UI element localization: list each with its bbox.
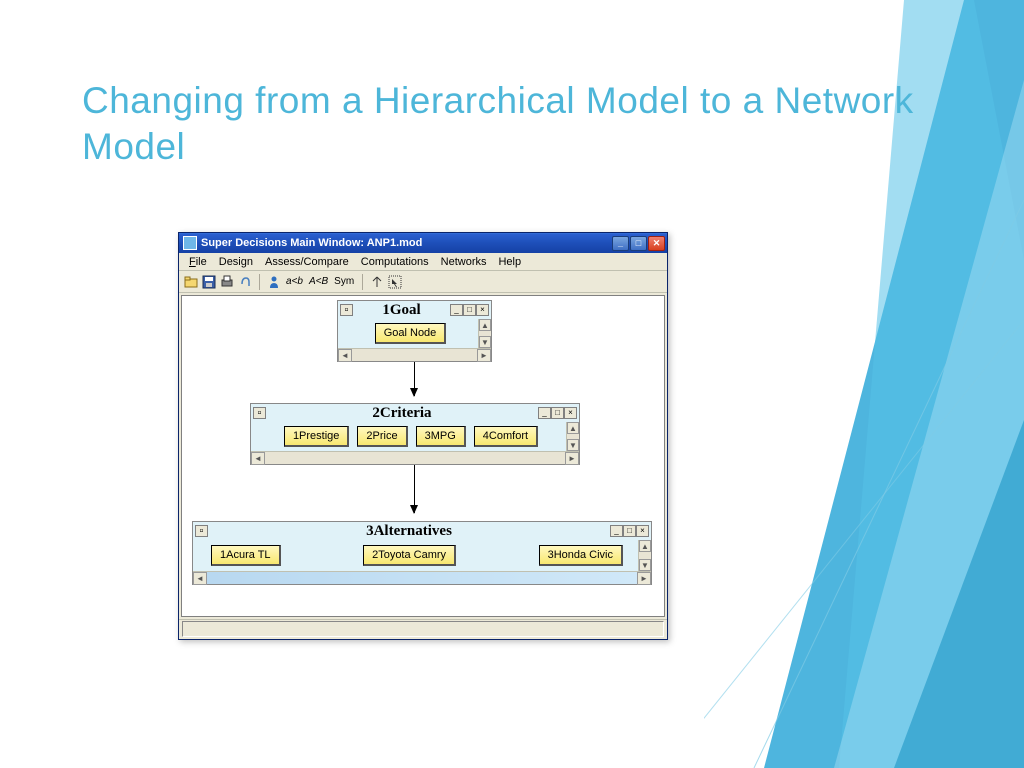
arrow-criteria-to-alternatives xyxy=(414,465,415,513)
minimize-button[interactable]: _ xyxy=(612,236,629,251)
cluster-goal[interactable]: ▫ 1Goal _ □ × Goal Node ▲▼ ◄► xyxy=(337,300,492,362)
window-titlebar[interactable]: Super Decisions Main Window: ANP1.mod _ … xyxy=(179,233,667,253)
close-button[interactable]: ✕ xyxy=(648,236,665,251)
slide-title: Changing from a Hierarchical Model to a … xyxy=(82,78,1024,171)
cluster-criteria-title: 2Criteria xyxy=(266,405,538,422)
cluster-close-icon[interactable]: × xyxy=(476,304,489,316)
save-icon[interactable] xyxy=(201,274,217,290)
cluster-handle-icon[interactable]: ▫ xyxy=(253,407,266,419)
cluster-alternatives-title: 3Alternatives xyxy=(208,523,610,540)
menu-networks[interactable]: Networks xyxy=(435,255,493,269)
node-price[interactable]: 2Price xyxy=(357,426,407,447)
node-goal[interactable]: Goal Node xyxy=(375,323,447,344)
node-honda[interactable]: 3Honda Civic xyxy=(539,545,623,566)
status-inset xyxy=(182,621,664,637)
model-canvas[interactable]: ▫ 1Goal _ □ × Goal Node ▲▼ ◄► ▫ xyxy=(181,295,665,617)
toolbar-formula-ab-upper[interactable]: A<B xyxy=(307,276,330,287)
menu-assess[interactable]: Assess/Compare xyxy=(259,255,355,269)
select-icon[interactable] xyxy=(387,274,403,290)
node-prestige[interactable]: 1Prestige xyxy=(284,426,349,447)
menu-design[interactable]: Design xyxy=(213,255,259,269)
menu-file[interactable]: File xyxy=(183,255,213,269)
cluster-close-icon[interactable]: × xyxy=(636,525,649,537)
node-acura[interactable]: 1Acura TL xyxy=(211,545,281,566)
app-icon xyxy=(183,236,197,250)
menu-help[interactable]: Help xyxy=(492,255,527,269)
attach-icon[interactable] xyxy=(237,274,253,290)
menubar: File Design Assess/Compare Computations … xyxy=(179,253,667,271)
cluster-close-icon[interactable]: × xyxy=(564,407,577,419)
cluster-hscroll[interactable]: ◄ ► xyxy=(193,571,651,584)
arrow-goal-to-criteria xyxy=(414,362,415,396)
toolbar-separator xyxy=(259,274,260,290)
cluster-alternatives[interactable]: ▫ 3Alternatives _ □ × 1Acura TL 2Toyota … xyxy=(192,521,652,585)
node-comfort[interactable]: 4Comfort xyxy=(474,426,538,447)
maximize-button[interactable]: □ xyxy=(630,236,647,251)
toolbar-sym[interactable]: Sym xyxy=(332,276,356,287)
menu-computations[interactable]: Computations xyxy=(355,255,435,269)
toolbar-formula-ab-lower[interactable]: a<b xyxy=(284,276,305,287)
cluster-criteria[interactable]: ▫ 2Criteria _ □ × 1Prestige 2Price 3MPG … xyxy=(250,403,580,465)
cluster-hscroll[interactable]: ◄► xyxy=(251,451,579,464)
app-window: Super Decisions Main Window: ANP1.mod _ … xyxy=(178,232,668,640)
cluster-maximize-icon[interactable]: □ xyxy=(463,304,476,316)
cluster-minimize-icon[interactable]: _ xyxy=(450,304,463,316)
print-icon[interactable] xyxy=(219,274,235,290)
cluster-goal-title: 1Goal xyxy=(353,302,450,319)
node-toyota[interactable]: 2Toyota Camry xyxy=(363,545,456,566)
toolbar: a<b A<B Sym xyxy=(179,271,667,293)
open-icon[interactable] xyxy=(183,274,199,290)
cluster-vscroll[interactable]: ▲▼ xyxy=(638,540,651,571)
toolbar-separator xyxy=(362,274,363,290)
cluster-hscroll[interactable]: ◄► xyxy=(338,348,491,361)
cluster-minimize-icon[interactable]: _ xyxy=(538,407,551,419)
cluster-handle-icon[interactable]: ▫ xyxy=(340,304,353,316)
person-icon[interactable] xyxy=(266,274,282,290)
cluster-handle-icon[interactable]: ▫ xyxy=(195,525,208,537)
cluster-minimize-icon[interactable]: _ xyxy=(610,525,623,537)
node-mpg[interactable]: 3MPG xyxy=(416,426,466,447)
window-title: Super Decisions Main Window: ANP1.mod xyxy=(201,237,612,249)
anchor-icon[interactable] xyxy=(369,274,385,290)
cluster-vscroll[interactable]: ▲▼ xyxy=(478,319,491,348)
cluster-maximize-icon[interactable]: □ xyxy=(623,525,636,537)
cluster-maximize-icon[interactable]: □ xyxy=(551,407,564,419)
cluster-vscroll[interactable]: ▲▼ xyxy=(566,422,579,451)
statusbar xyxy=(179,619,667,639)
